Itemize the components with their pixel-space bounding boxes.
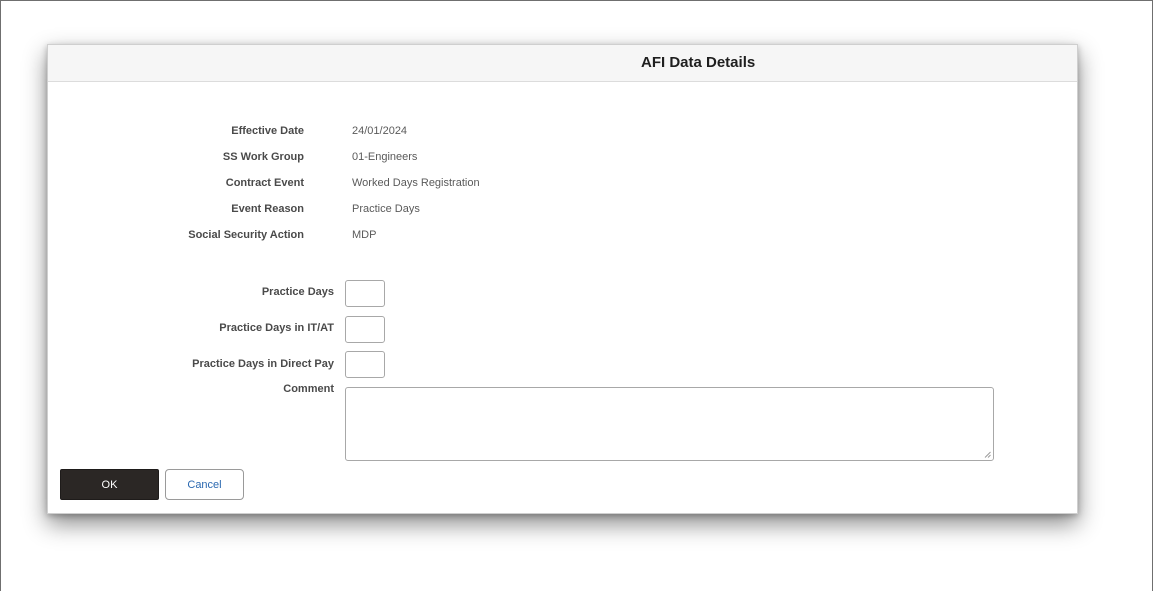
ss-work-group-value: 01-Engineers bbox=[352, 151, 418, 163]
ok-button[interactable]: OK bbox=[60, 469, 159, 500]
detail-row-contract-event: Contract Event bbox=[48, 177, 304, 193]
practice-days-direct-pay-label: Practice Days in Direct Pay bbox=[192, 358, 334, 370]
event-reason-label: Event Reason bbox=[231, 203, 304, 215]
ss-work-group-label: SS Work Group bbox=[222, 151, 304, 163]
detail-row-ss-work-group: SS Work Group bbox=[48, 151, 304, 167]
afi-data-details-dialog: AFI Data Details Effective Date 24/01/20… bbox=[47, 44, 1078, 514]
cancel-button-label: Cancel bbox=[187, 478, 222, 491]
practice-days-direct-pay-row: Practice Days in Direct Pay bbox=[48, 358, 334, 374]
comment-row: Comment bbox=[48, 383, 334, 399]
effective-date-label: Effective Date bbox=[231, 125, 304, 137]
comment-label: Comment bbox=[283, 383, 334, 395]
cancel-button[interactable]: Cancel bbox=[165, 469, 244, 500]
detail-row-event-reason: Event Reason bbox=[48, 203, 304, 219]
practice-days-itat-label: Practice Days in IT/AT bbox=[219, 322, 334, 334]
practice-days-input[interactable] bbox=[345, 280, 385, 307]
practice-days-itat-input[interactable] bbox=[345, 316, 385, 343]
event-reason-value: Practice Days bbox=[352, 203, 420, 215]
practice-days-label: Practice Days bbox=[261, 286, 334, 298]
detail-row-social-security-action: Social Security Action bbox=[48, 229, 304, 245]
resize-grip-icon[interactable] bbox=[984, 451, 991, 458]
contract-event-value: Worked Days Registration bbox=[352, 177, 480, 189]
dialog-title: AFI Data Details bbox=[641, 54, 756, 71]
practice-days-itat-row: Practice Days in IT/AT bbox=[48, 322, 334, 338]
effective-date-value: 24/01/2024 bbox=[352, 125, 408, 137]
practice-days-row: Practice Days bbox=[48, 286, 334, 302]
detail-row-effective-date: Effective Date bbox=[48, 125, 304, 141]
social-security-action-label: Social Security Action bbox=[188, 229, 304, 241]
practice-days-direct-pay-input[interactable] bbox=[345, 351, 385, 378]
ok-button-label: OK bbox=[101, 478, 118, 491]
comment-textarea[interactable] bbox=[345, 387, 994, 461]
social-security-action-value: MDP bbox=[352, 229, 377, 241]
dialog-header: AFI Data Details bbox=[48, 45, 1077, 82]
contract-event-label: Contract Event bbox=[225, 177, 304, 189]
